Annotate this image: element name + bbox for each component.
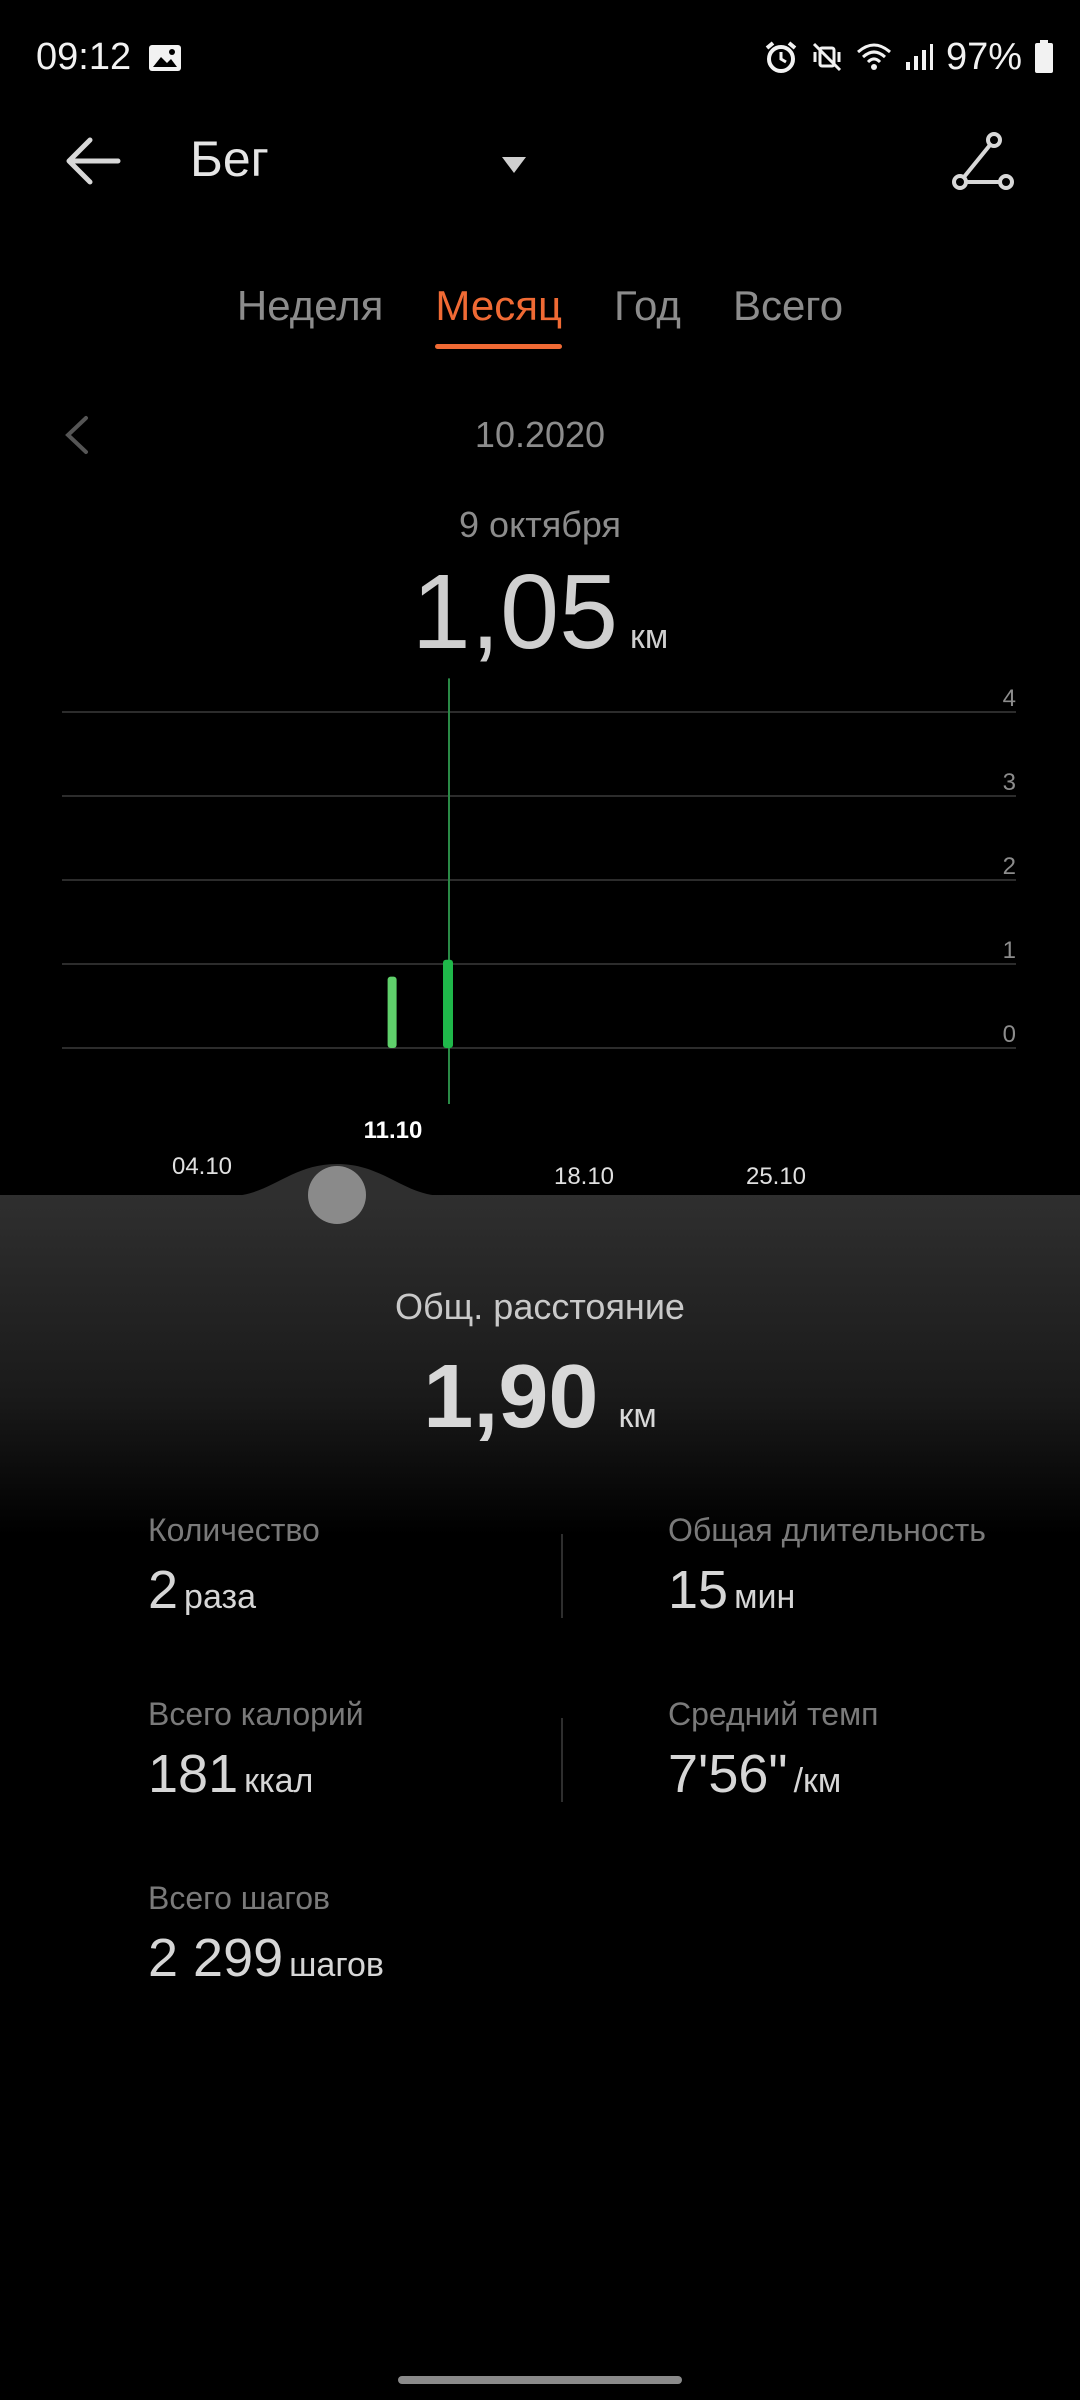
stat-label: Всего калорий bbox=[148, 1696, 364, 1732]
date-slider-handle[interactable] bbox=[308, 1166, 366, 1224]
signal-icon bbox=[905, 44, 933, 70]
stat-unit: ккал bbox=[244, 1762, 314, 1800]
y-tick-label: 3 bbox=[1003, 769, 1016, 796]
stat-count: Количество 2 раза bbox=[148, 1512, 320, 1621]
tab-month[interactable]: Месяц bbox=[409, 282, 588, 349]
x-tick-label: 04.10 bbox=[172, 1153, 232, 1180]
image-icon bbox=[149, 45, 181, 71]
alarm-icon bbox=[765, 41, 797, 73]
stat-unit: шагов bbox=[289, 1946, 384, 1984]
total-distance-block: 1,90 км bbox=[0, 1346, 1080, 1449]
stat-label: Общая длительность bbox=[668, 1512, 986, 1548]
stat-pace: Средний темп 7'56"/км bbox=[668, 1696, 878, 1805]
stat-label: Всего шагов bbox=[148, 1880, 331, 1916]
battery-percent: 97% bbox=[945, 35, 1022, 78]
stat-label: Средний темп bbox=[668, 1696, 879, 1732]
x-tick-label: 18.10 bbox=[554, 1163, 614, 1190]
period-tabs: Неделя Месяц Год Всего bbox=[0, 282, 1080, 349]
route-icon[interactable] bbox=[950, 130, 1016, 196]
total-distance-value: 1,90 bbox=[423, 1347, 599, 1447]
selected-date: 9 октября bbox=[459, 504, 621, 545]
chart-bar bbox=[443, 959, 453, 1048]
selected-value-block: 1,05 км bbox=[0, 552, 1080, 673]
y-tick-label: 0 bbox=[1003, 1021, 1016, 1048]
active-tab-indicator bbox=[435, 344, 563, 349]
stat-value: 181 bbox=[148, 1744, 239, 1804]
x-tick-label: 11.10 bbox=[364, 1117, 423, 1144]
stat-divider bbox=[561, 1534, 563, 1618]
stat-unit: раза bbox=[184, 1578, 256, 1616]
total-distance-label: Общ. расстояние bbox=[395, 1286, 685, 1327]
home-indicator[interactable] bbox=[398, 2376, 682, 2384]
wifi-icon bbox=[856, 43, 891, 70]
y-tick-label: 4 bbox=[1003, 685, 1016, 712]
battery-icon bbox=[1035, 40, 1053, 73]
stat-value: 15 bbox=[668, 1560, 729, 1620]
chart-bar bbox=[387, 976, 397, 1048]
back-arrow-icon[interactable] bbox=[60, 128, 126, 194]
tab-year[interactable]: Год bbox=[588, 282, 707, 330]
selected-unit: км bbox=[630, 618, 669, 656]
distance-chart[interactable]: 0 1 2 3 4 04.10 11.10 18.10 25.10 bbox=[0, 670, 1080, 1190]
mute-icon bbox=[812, 42, 841, 72]
dropdown-icon[interactable] bbox=[500, 155, 528, 175]
selected-value: 1,05 bbox=[411, 553, 619, 671]
tab-week[interactable]: Неделя bbox=[211, 282, 410, 330]
stat-unit: /км bbox=[793, 1762, 842, 1800]
activity-title[interactable]: Бег bbox=[190, 130, 269, 188]
stat-value: 7'56" bbox=[668, 1744, 788, 1804]
stat-steps: Всего шагов 2 299 шагов bbox=[148, 1880, 384, 1989]
stat-unit: мин bbox=[734, 1578, 796, 1616]
total-distance-unit: км bbox=[618, 1397, 657, 1435]
stat-value: 2 299 bbox=[148, 1928, 284, 1988]
status-time: 09:12 bbox=[36, 36, 132, 78]
period-label: 10.2020 bbox=[474, 414, 606, 455]
stat-value: 2 bbox=[148, 1560, 179, 1620]
stat-divider bbox=[561, 1718, 563, 1802]
status-icons: 97% bbox=[764, 34, 1054, 80]
stat-calories: Всего калорий 181 ккал bbox=[148, 1696, 364, 1805]
x-tick-label: 25.10 bbox=[746, 1163, 806, 1190]
tab-all[interactable]: Всего bbox=[707, 282, 869, 330]
stat-duration: Общая длительность 15 мин bbox=[668, 1512, 986, 1621]
stat-label: Количество bbox=[148, 1512, 320, 1548]
y-tick-label: 1 bbox=[1003, 937, 1016, 964]
y-tick-label: 2 bbox=[1003, 853, 1016, 880]
